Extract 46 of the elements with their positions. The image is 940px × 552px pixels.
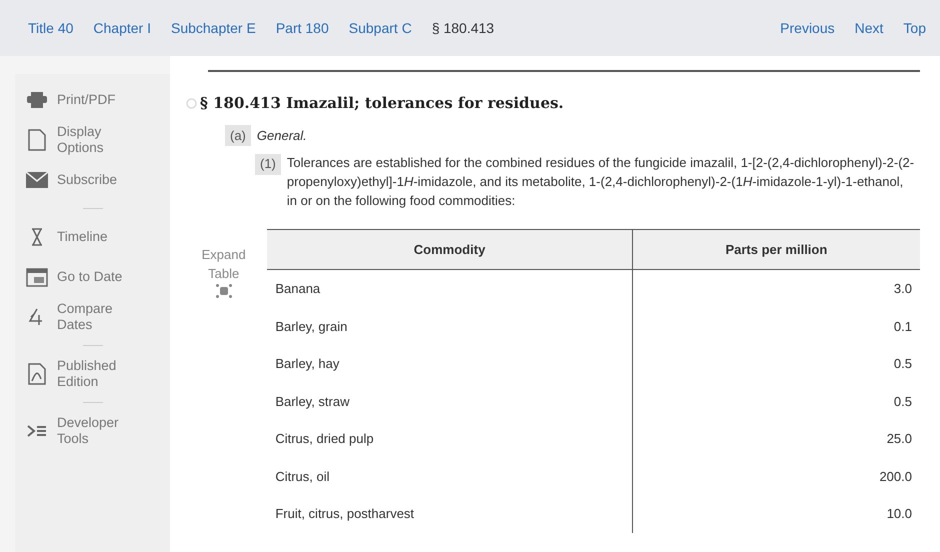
paragraph-marker: (1) (255, 154, 281, 175)
column-header: Commodity (267, 229, 632, 270)
sidebar-link[interactable]: Published Edition (57, 358, 147, 390)
table-cell: 0.5 (632, 345, 920, 383)
table-cell: 200.0 (632, 458, 920, 496)
table-cell: Citrus, dried pulp (267, 420, 632, 458)
breadcrumb-link[interactable]: Subpart C (348, 18, 412, 38)
table-cell: Banana (267, 270, 632, 308)
pdf-icon[interactable] (28, 363, 46, 385)
breadcrumb-link[interactable]: Title 40 (28, 18, 74, 38)
sidebar-link[interactable]: Print/PDF (57, 92, 147, 108)
breadcrumb-link[interactable]: Subchapter E (170, 18, 256, 38)
calendar-icon[interactable] (26, 267, 48, 287)
sidebar-link[interactable]: Display Options (57, 124, 147, 156)
table-cell: 0.5 (632, 382, 920, 420)
terminal-icon[interactable] (27, 424, 47, 438)
column-header: Parts per million (632, 229, 920, 270)
breadcrumb-current: § 180.413 (432, 18, 494, 38)
hourglass-icon[interactable] (31, 228, 43, 246)
sidebar-link[interactable]: Developer Tools (57, 414, 147, 448)
document-icon[interactable] (28, 129, 46, 151)
nav-link[interactable]: Previous (780, 18, 835, 38)
sidebar-link[interactable]: Compare Dates (57, 300, 147, 334)
table-cell: Barley, straw (267, 382, 632, 420)
section-heading: § 180.413 Imazalil; tolerances for residues. (200, 93, 564, 114)
table-cell: 3.0 (632, 270, 920, 308)
breadcrumb-link[interactable]: Chapter I (93, 18, 151, 38)
expand-icon[interactable] (216, 284, 232, 298)
sidebar-link[interactable]: Subscribe (57, 172, 147, 188)
table-cell: 25.0 (632, 420, 920, 458)
table-cell: Barley, grain (267, 308, 632, 346)
breadcrumb-link[interactable]: Part 180 (276, 18, 329, 38)
sidebar-link[interactable]: Timeline (57, 228, 147, 246)
paragraph-heading: General. (256, 126, 307, 144)
table-cell: Citrus, oil (267, 458, 632, 496)
table-cell: 10.0 (632, 495, 920, 533)
envelope-icon[interactable] (26, 172, 48, 188)
paragraph-text: Tolerances are established for the combined residues of the fungicide imazalil, 1-[2-(2,4-dichlorophenyl)-2-(2-propenyloxy)ethyl]-1H-imidazole, and its metabolite, 1-(2,4-dichlorophenyl)-2-(1H-imidazole-1-yl)-1-ethanol, in or on the following food commodities: (286, 154, 915, 210)
table-cell: 0.1 (632, 308, 920, 346)
table-cell: Barley, hay (267, 345, 632, 383)
nav-link[interactable]: Next (854, 18, 884, 38)
sidebar-link[interactable]: Go to Date (57, 268, 147, 286)
nav-link[interactable]: Top (903, 18, 926, 38)
expand-table-label: Expand Table (200, 246, 247, 284)
paragraph-marker: (a) (225, 124, 251, 146)
table-cell: Fruit, citrus, postharvest (267, 495, 632, 533)
